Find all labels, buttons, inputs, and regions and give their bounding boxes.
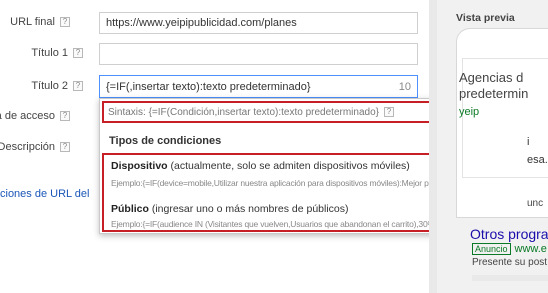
- audience-condition-note: (ingresar uno o más nombres de públicos): [148, 203, 349, 215]
- ad2-url-line: Anuncio www.e: [472, 243, 547, 255]
- title1-field[interactable]: [99, 43, 418, 65]
- preview-title: Vista previa: [456, 12, 515, 24]
- final-url-value: https://www.yeipipublicidad.com/planes: [106, 17, 297, 29]
- syntax-text: Sintaxis: {=IF(Condición,insertar texto)…: [108, 106, 379, 118]
- ad-headline-line2: predetermin: [459, 86, 529, 101]
- title2-label: Título 2 ?: [31, 80, 83, 92]
- help-icon[interactable]: ?: [383, 107, 394, 117]
- ad-headline-line1: Agencias d: [459, 70, 524, 85]
- conditions-heading: Tipos de condiciones: [109, 135, 222, 147]
- ad2-headline: Otros progra: [470, 226, 548, 242]
- title2-value: {=IF(,insertar texto):texto predetermina…: [106, 80, 311, 93]
- device-condition[interactable]: Dispositivo (actualmente, solo se admite…: [111, 160, 410, 172]
- help-icon[interactable]: ?: [60, 111, 70, 121]
- ad-form: URL final ? https://www.yeipipublicidad.…: [0, 0, 524, 293]
- audience-example: Ejemplo:{=IF(audience IN (Visitantes que…: [111, 219, 459, 229]
- syntax-hint: Sintaxis: {=IF(Condición,insertar texto)…: [102, 101, 437, 123]
- help-icon[interactable]: ?: [73, 48, 83, 58]
- final-url-label-text: URL final: [10, 16, 55, 28]
- help-icon[interactable]: ?: [60, 142, 70, 152]
- title2-field[interactable]: {=IF(,insertar texto):texto predetermina…: [99, 75, 418, 98]
- description-label-text: Descripción: [0, 141, 55, 153]
- ad-display-url: yeip: [459, 106, 480, 118]
- anuncio-label: unc: [527, 198, 544, 209]
- ad2-description: Presente su post: [472, 257, 548, 268]
- final-url-label: URL final ?: [10, 16, 70, 28]
- ad-description-line2: esa.: [527, 154, 548, 166]
- path-label-text: Ruta de acceso: [0, 110, 55, 122]
- device-condition-note: (actualmente, solo se admiten dispositiv…: [167, 160, 410, 172]
- char-counter: 10: [398, 80, 411, 93]
- ad2-placeholder-bar: [472, 275, 548, 281]
- preview-panel: Vista previa Agencias d predetermin yeip…: [437, 0, 548, 293]
- url-options-link[interactable]: ciones de URL del: [0, 188, 89, 200]
- title1-label: Título 1 ?: [31, 47, 83, 59]
- ad-badge: Anuncio: [472, 243, 511, 255]
- final-url-field[interactable]: https://www.yeipipublicidad.com/planes: [99, 12, 418, 34]
- panel-divider: [429, 0, 437, 293]
- help-icon[interactable]: ?: [60, 17, 70, 27]
- help-icon[interactable]: ?: [73, 81, 83, 91]
- title1-label-text: Título 1: [31, 47, 68, 59]
- title2-label-text: Título 2: [31, 80, 68, 92]
- ad2-display-url: www.e: [514, 243, 547, 255]
- audience-condition-title: Público: [111, 203, 149, 215]
- audience-condition[interactable]: Público (ingresar uno o más nombres de p…: [111, 203, 349, 215]
- description-label: Descripción ?: [0, 141, 70, 153]
- ad-headline: Agencias d predetermin: [459, 70, 528, 102]
- device-condition-title: Dispositivo: [111, 160, 168, 172]
- ad-description-line1: i: [527, 136, 530, 148]
- path-label: Ruta de acceso ?: [0, 110, 70, 122]
